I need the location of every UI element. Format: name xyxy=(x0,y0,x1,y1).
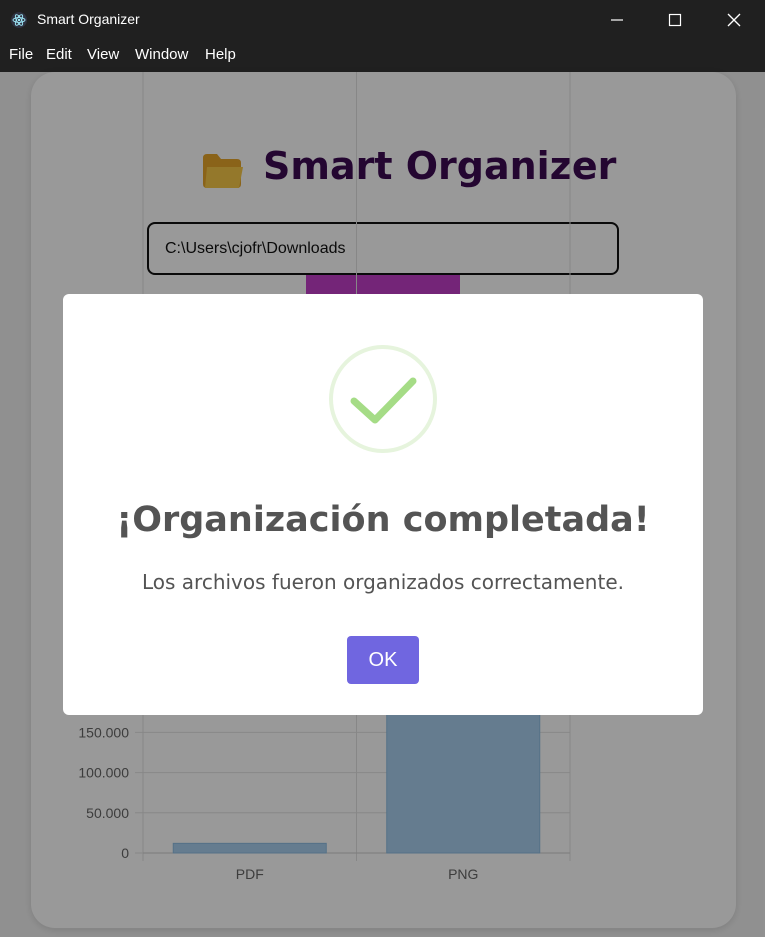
success-modal: ¡Organización completada! Los archivos f… xyxy=(63,294,703,715)
menu-edit[interactable]: Edit xyxy=(46,46,72,63)
menu-help[interactable]: Help xyxy=(205,46,236,63)
electron-atom-icon xyxy=(11,12,27,28)
menu-window[interactable]: Window xyxy=(135,46,188,63)
minimize-button[interactable] xyxy=(594,0,640,40)
success-check-icon xyxy=(329,345,437,453)
ok-button[interactable]: OK xyxy=(347,636,419,684)
modal-text: Los archivos fueron organizados correcta… xyxy=(141,570,624,594)
menu-view[interactable]: View xyxy=(87,46,119,63)
menu-bar: File Edit View Window Help xyxy=(0,40,765,72)
title-bar: Smart Organizer xyxy=(0,0,765,40)
close-button[interactable] xyxy=(710,0,756,40)
modal-title: ¡Organización completada! xyxy=(116,500,650,540)
minimize-icon xyxy=(611,19,623,21)
window-title: Smart Organizer xyxy=(37,11,140,27)
close-icon xyxy=(727,13,741,27)
maximize-button[interactable] xyxy=(652,0,698,40)
maximize-icon xyxy=(668,13,682,27)
menu-file[interactable]: File xyxy=(9,46,33,63)
